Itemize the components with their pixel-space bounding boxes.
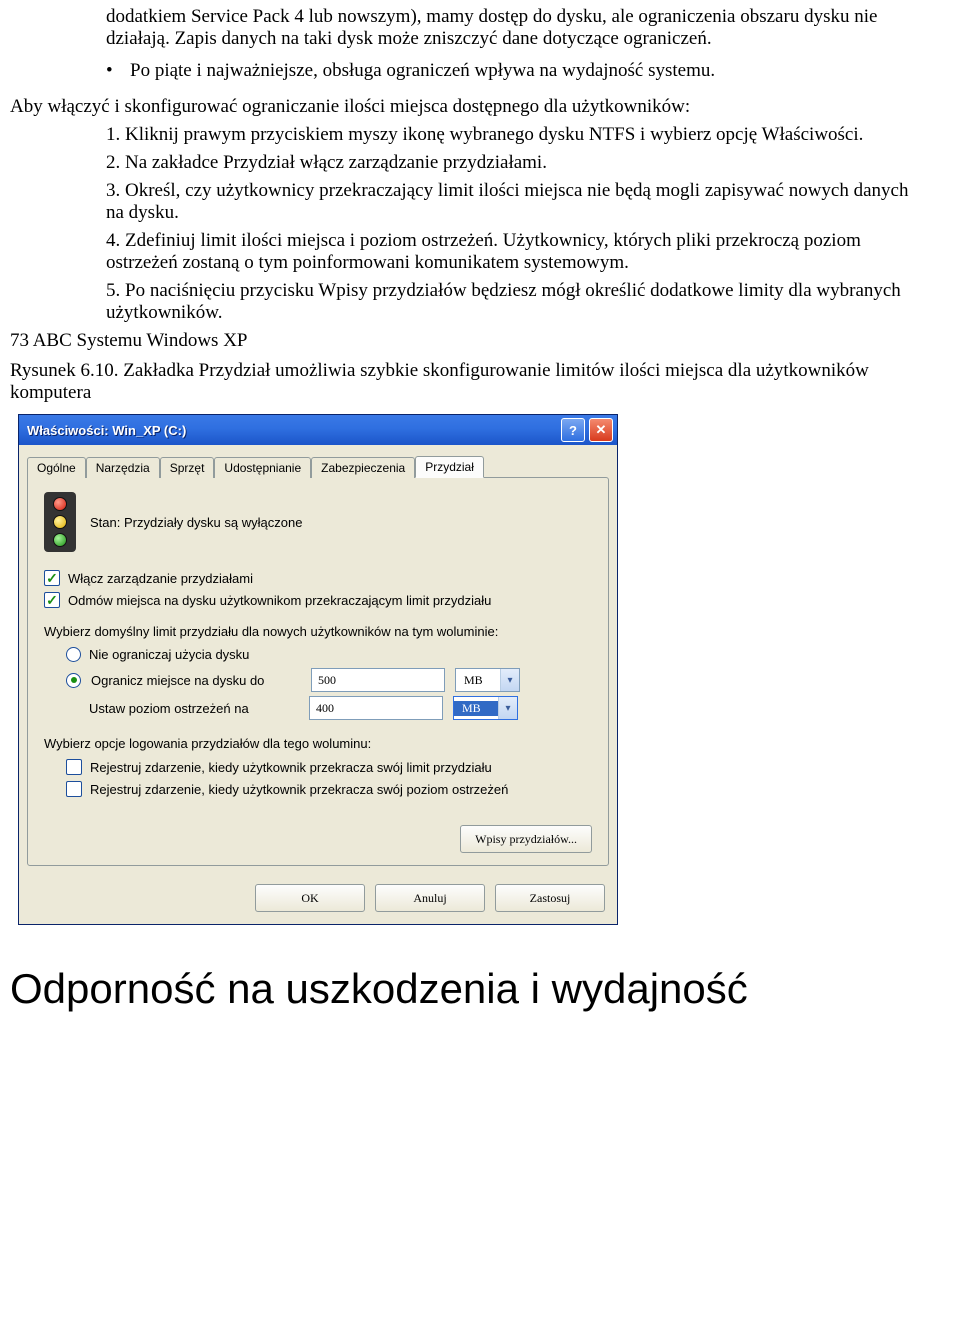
help-button[interactable]: ? [561, 418, 585, 442]
checkbox-log-over-warning-label: Rejestruj zdarzenie, kiedy użytkownik pr… [90, 782, 508, 797]
figure-caption: Rysunek 6.10. Zakładka Przydział umożliw… [10, 360, 950, 404]
bullet-marker: • [106, 60, 130, 82]
intro-paragraph: Aby włączyć i skonfigurować ograniczanie… [10, 96, 950, 118]
properties-dialog: Właściwości: Win_XP (C:) ? ✕ Ogólne Narz… [18, 414, 618, 925]
bullet-item: • Po piąte i najważniejsze, obsługa ogra… [106, 60, 930, 82]
tab-ogolne[interactable]: Ogólne [27, 457, 86, 478]
checkbox-deny-over-limit[interactable] [44, 592, 60, 608]
step-3: 3. Określ, czy użytkownicy przekraczając… [106, 180, 930, 224]
tab-strip: Ogólne Narzędzia Sprzęt Udostępnianie Za… [19, 445, 617, 477]
checkbox-deny-over-limit-label: Odmów miejsca na dysku użytkownikom prze… [68, 593, 491, 608]
step-5: 5. Po naciśnięciu przycisku Wpisy przydz… [106, 280, 930, 324]
radio-limit-disk[interactable] [66, 673, 81, 688]
warning-level-label: Ustaw poziom ostrzeżeń na [89, 701, 279, 716]
warning-unit-value: MB [454, 701, 498, 716]
quota-entries-button[interactable]: Wpisy przydziałów... [460, 825, 592, 853]
step-4: 4. Zdefiniuj limit ilości miejsca i pozi… [106, 230, 930, 274]
page-line: 73 ABC Systemu Windows XP [10, 330, 950, 352]
chevron-down-icon: ▾ [500, 669, 519, 691]
section-heading: Odporność na uszkodzenia i wydajność [10, 965, 950, 1013]
dialog-button-row: OK Anuluj Zastosuj [19, 876, 617, 924]
default-limit-text: Wybierz domyślny limit przydziału dla no… [44, 624, 592, 639]
quota-panel: Stan: Przydziały dysku są wyłączone Włąc… [27, 477, 609, 866]
radio-no-limit[interactable] [66, 647, 81, 662]
step-1: 1. Kliknij prawym przyciskiem myszy ikon… [106, 124, 930, 146]
radio-limit-disk-label: Ogranicz miejsce na dysku do [91, 673, 281, 688]
tab-udostepnianie[interactable]: Udostępnianie [214, 457, 311, 478]
checkbox-enable-quota-label: Włącz zarządzanie przydziałami [68, 571, 253, 586]
tab-sprzet[interactable]: Sprzęt [160, 457, 215, 478]
ok-button[interactable]: OK [255, 884, 365, 912]
tab-narzedzia[interactable]: Narzędzia [86, 457, 160, 478]
paragraph-service-pack: dodatkiem Service Pack 4 lub nowszym), m… [106, 6, 930, 50]
limit-value-input[interactable]: 500 [311, 668, 445, 692]
checkbox-log-over-limit-label: Rejestruj zdarzenie, kiedy użytkownik pr… [90, 760, 492, 775]
close-button[interactable]: ✕ [589, 418, 613, 442]
radio-no-limit-label: Nie ograniczaj użycia dysku [89, 647, 249, 662]
traffic-light-icon [44, 492, 76, 552]
bullet-text: Po piąte i najważniejsze, obsługa ograni… [130, 60, 930, 82]
limit-unit-combo[interactable]: MB ▾ [455, 668, 520, 692]
chevron-down-icon: ▾ [498, 697, 517, 719]
step-2: 2. Na zakładce Przydział włącz zarządzan… [106, 152, 930, 174]
cancel-button[interactable]: Anuluj [375, 884, 485, 912]
titlebar[interactable]: Właściwości: Win_XP (C:) ? ✕ [19, 415, 617, 445]
tab-zabezpieczenia[interactable]: Zabezpieczenia [311, 457, 415, 478]
tab-przydzial[interactable]: Przydział [415, 456, 484, 478]
checkbox-log-over-warning[interactable] [66, 781, 82, 797]
titlebar-title: Właściwości: Win_XP (C:) [27, 423, 557, 438]
warning-value-input[interactable]: 400 [309, 696, 443, 720]
checkbox-log-over-limit[interactable] [66, 759, 82, 775]
limit-unit-value: MB [456, 673, 500, 688]
quota-status-text: Stan: Przydziały dysku są wyłączone [90, 515, 302, 530]
warning-unit-combo[interactable]: MB ▾ [453, 696, 518, 720]
checkbox-enable-quota[interactable] [44, 570, 60, 586]
apply-button[interactable]: Zastosuj [495, 884, 605, 912]
logging-text: Wybierz opcje logowania przydziałów dla … [44, 736, 592, 751]
